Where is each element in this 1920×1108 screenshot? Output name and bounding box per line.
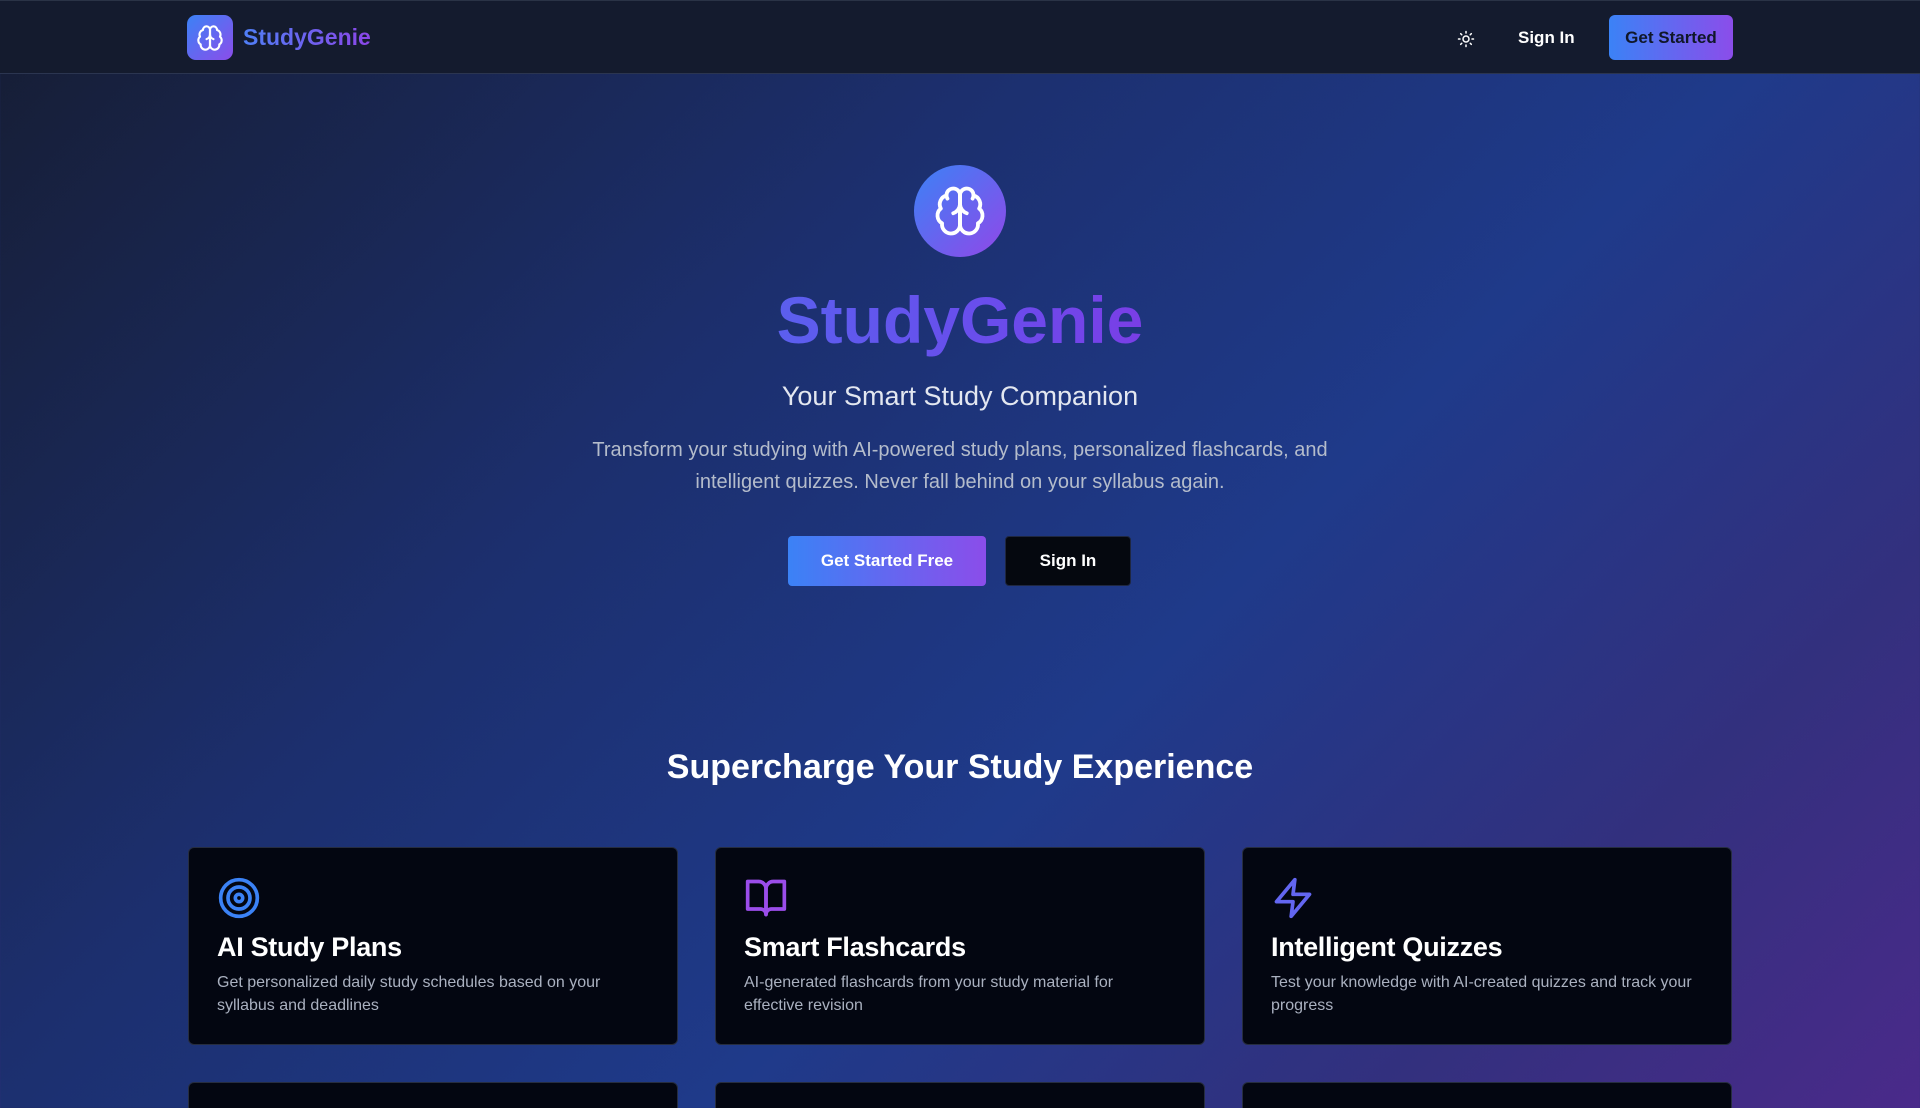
feature-title: AI Study Plans: [217, 932, 402, 962]
feature-card-partial: [1242, 1082, 1732, 1108]
target-icon: [218, 877, 260, 919]
feature-title: Intelligent Quizzes: [1271, 932, 1503, 962]
feature-card-quizzes: Intelligent Quizzes Test your knowledge …: [1242, 847, 1732, 1045]
brand-name: StudyGenie: [243, 24, 371, 50]
feature-card-flashcards: Smart Flashcards AI-generated flashcards…: [715, 847, 1205, 1045]
lightning-icon: [1274, 877, 1312, 919]
hero-subtitle: Your Smart Study Companion: [781, 381, 1139, 411]
feature-description: Test your knowledge with AI-created quiz…: [1271, 974, 1692, 1014]
brand-link[interactable]: StudyGenie: [187, 15, 371, 60]
hero-brain-icon: [914, 165, 1006, 257]
sun-icon: [1457, 30, 1475, 48]
feature-title: Smart Flashcards: [744, 932, 966, 962]
hero-title-text: StudyGenie: [776, 283, 1144, 357]
hero-title: StudyGenie: [0, 282, 1920, 358]
feature-description: Get personalized daily study schedules b…: [217, 974, 601, 1014]
feature-card-study-plans: AI Study Plans Get personalized daily st…: [188, 847, 678, 1045]
features-heading: Supercharge Your Study Experience: [666, 748, 1254, 786]
feature-description: AI-generated flashcards from your study …: [744, 974, 1114, 1014]
book-open-icon: [745, 879, 787, 917]
get-started-free-button[interactable]: Get Started Free: [788, 536, 986, 586]
feature-card-partial: [188, 1082, 678, 1108]
nav-sign-in-button[interactable]: Sign In: [1506, 23, 1587, 53]
theme-toggle-button[interactable]: [1450, 23, 1482, 55]
nav-get-started-button[interactable]: Get Started: [1609, 15, 1733, 60]
brain-logo-icon: [187, 15, 233, 60]
hero-description: Transform your studying with AI-powered …: [592, 439, 1328, 493]
feature-card-partial: [715, 1082, 1205, 1108]
top-navbar: StudyGenie Sign In Get Started: [0, 0, 1920, 74]
hero-sign-in-button[interactable]: Sign In: [1005, 536, 1131, 586]
